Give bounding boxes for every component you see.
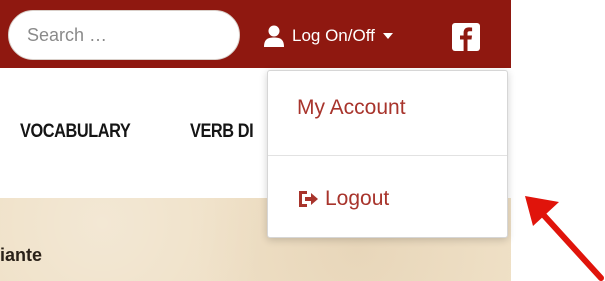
logout-link[interactable]: Logout (297, 187, 389, 211)
content-text: iante (0, 245, 43, 265)
search-input[interactable] (8, 10, 240, 60)
red-arrow-annotation (525, 196, 604, 281)
dropdown-divider (268, 155, 507, 156)
facebook-icon[interactable] (452, 23, 480, 51)
nav-item-verb[interactable]: VERB DI (190, 121, 267, 143)
facebook-glyph (460, 27, 473, 51)
nav-item-vocabulary[interactable]: VOCABULARY (20, 121, 131, 143)
login-label: Log On/Off (292, 26, 375, 45)
user-icon (264, 25, 284, 47)
chevron-down-icon (382, 33, 393, 39)
logout-icon (299, 191, 318, 207)
account-dropdown-menu: My Account Logout (267, 70, 508, 238)
top-header-bar: Log On/Off (0, 0, 511, 68)
my-account-label: My Account (297, 96, 406, 119)
logout-label: Logout (325, 187, 390, 210)
my-account-link[interactable]: My Account (297, 96, 406, 120)
login-dropdown-toggle[interactable]: Log On/Off (262, 21, 393, 51)
